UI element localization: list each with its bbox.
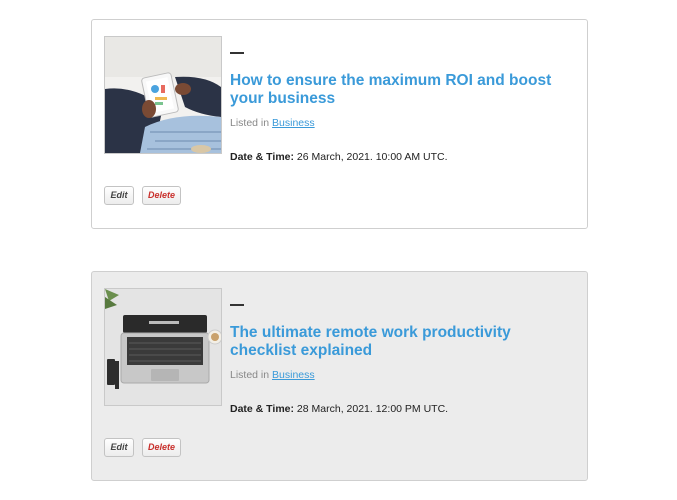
tablet-chart-image (105, 37, 221, 153)
post-thumbnail[interactable] (104, 36, 222, 154)
edit-button[interactable]: Edit (104, 186, 134, 205)
title-dash (230, 304, 244, 306)
delete-button[interactable]: Delete (142, 186, 181, 205)
post-thumbnail[interactable] (104, 288, 222, 406)
title-dash (230, 52, 244, 54)
datetime-label: Date & Time: (230, 151, 294, 163)
category-link[interactable]: Business (272, 117, 315, 129)
datetime-label: Date & Time: (230, 403, 294, 415)
delete-button[interactable]: Delete (142, 438, 181, 457)
datetime-value: 26 March, 2021. 10:00 AM UTC. (296, 151, 448, 163)
laptop-desk-image (105, 289, 221, 405)
post-title[interactable]: The ultimate remote work productivity ch… (230, 324, 570, 360)
post-card: The ultimate remote work productivity ch… (91, 271, 588, 481)
edit-button[interactable]: Edit (104, 438, 134, 457)
post-datetime: Date & Time: 28 March, 2021. 12:00 PM UT… (230, 403, 448, 415)
listed-prefix: Listed in (230, 369, 270, 381)
post-category-line: Listed in Business (230, 117, 315, 129)
category-link[interactable]: Business (272, 369, 315, 381)
post-title[interactable]: How to ensure the maximum ROI and boost … (230, 72, 570, 108)
datetime-value: 28 March, 2021. 12:00 PM UTC. (296, 403, 449, 415)
post-datetime: Date & Time: 26 March, 2021. 10:00 AM UT… (230, 151, 448, 163)
post-card: How to ensure the maximum ROI and boost … (91, 19, 588, 229)
listed-prefix: Listed in (230, 117, 270, 129)
post-category-line: Listed in Business (230, 369, 315, 381)
